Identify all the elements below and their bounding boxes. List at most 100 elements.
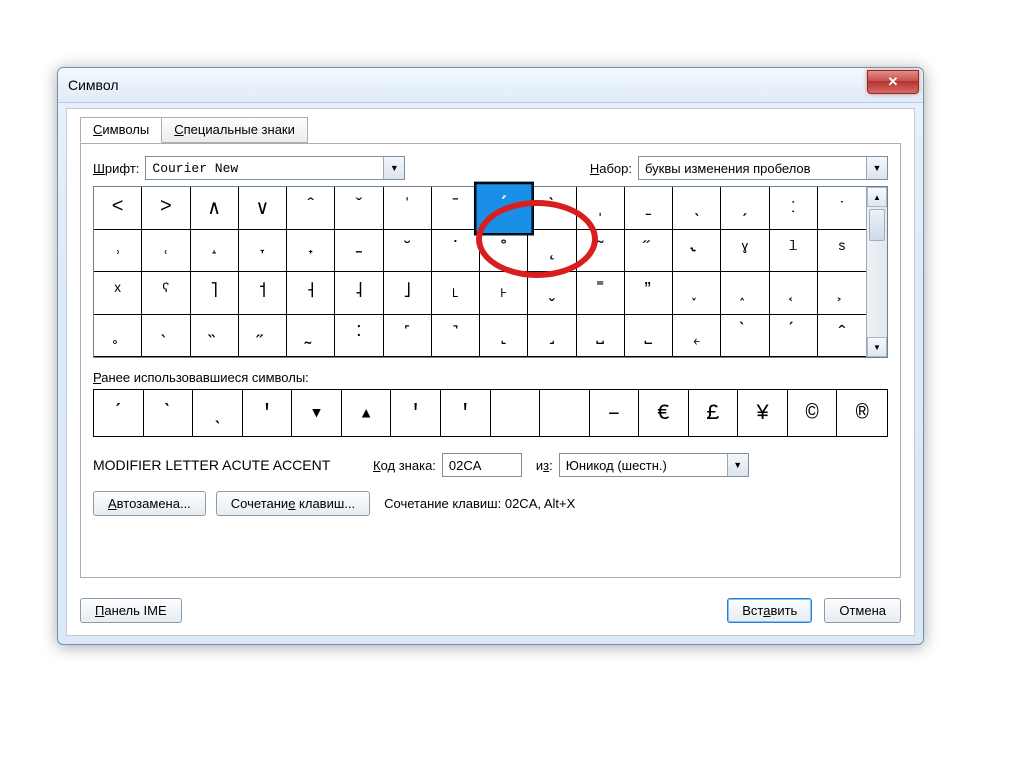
symbol-cell[interactable]: ˍ [625, 187, 673, 230]
symbol-cell[interactable]: ˝ [625, 230, 673, 273]
shortcut-key-button[interactable]: Сочетание клавиш... [216, 491, 370, 516]
code-field[interactable]: 02CA [442, 453, 522, 477]
recent-grid[interactable]: ˊˋˎ'▾▴''–€£¥©® [93, 389, 888, 437]
symbol-cell[interactable]: ˷ [287, 315, 335, 358]
symbol-cell[interactable]: ˤ [142, 272, 190, 315]
scroll-up-button[interactable]: ▲ [867, 187, 887, 207]
scroll-thumb[interactable] [869, 209, 885, 241]
symbol-cell[interactable]: ˰ [721, 272, 769, 315]
symbol-cell[interactable]: ˻ [480, 315, 528, 358]
symbol-cell[interactable]: ˒ [94, 230, 142, 273]
cancel-button[interactable]: Отмена [824, 598, 901, 623]
recent-symbol-cell[interactable]: ˎ [193, 390, 243, 436]
recent-symbol-cell[interactable]: ' [441, 390, 491, 436]
symbol-cell[interactable]: ˸ [335, 315, 383, 358]
symbol-cell[interactable]: ˦ [239, 272, 287, 315]
symbol-cell[interactable]: ˱ [770, 272, 818, 315]
symbol-cell[interactable]: ̀ [721, 315, 769, 358]
symbol-cell[interactable]: ∨ [239, 187, 287, 230]
recent-symbol-cell[interactable]: © [788, 390, 838, 436]
symbol-cell[interactable]: ˖ [287, 230, 335, 273]
recent-symbol-cell[interactable]: ' [243, 390, 293, 436]
shortcut-info: Сочетание клавиш: 02CA, Alt+X [384, 496, 575, 511]
recent-symbol-cell[interactable]: ® [837, 390, 887, 436]
symbol-cell[interactable]: ˩ [384, 272, 432, 315]
font-combo[interactable]: Courier New ▼ [145, 156, 405, 180]
symbol-cell[interactable]: ˏ [721, 187, 769, 230]
symbol-cell[interactable]: ˙ [432, 230, 480, 273]
symbol-cell[interactable]: ̂ [818, 315, 866, 358]
symbol-cell[interactable]: ˴ [142, 315, 190, 358]
symbol-cell[interactable]: ˌ [577, 187, 625, 230]
recent-symbol-cell[interactable]: ˊ [94, 390, 144, 436]
symbol-cell[interactable]: ˫ [480, 272, 528, 315]
symbol-cell[interactable]: < [94, 187, 142, 230]
symbol-cell[interactable]: ˉ [432, 187, 480, 230]
symbol-cell[interactable]: ˽ [577, 315, 625, 358]
scroll-down-button[interactable]: ▼ [867, 337, 887, 357]
symbol-cell[interactable]: ˧ [287, 272, 335, 315]
symbol-cell[interactable]: ˓ [142, 230, 190, 273]
autocorrect-button[interactable]: Автозамена... [93, 491, 206, 516]
info-row: MODIFIER LETTER ACUTE ACCENT Код знака: … [93, 453, 888, 477]
symbol-grid[interactable]: <>∧∨ˆˇˈˉˊˋˌˍˎˏːˑ˒˓˔˕˖˗˘˙˚˛˜˝˞ˠˡˢˣˤ˥˦˧˨˩˪… [94, 187, 866, 357]
symbol-cell[interactable]: ˋ [528, 187, 576, 230]
symbol-cell[interactable]: ː [770, 187, 818, 230]
symbol-cell[interactable]: ˢ [818, 230, 866, 273]
symbol-cell[interactable]: ˡ [770, 230, 818, 273]
recent-symbol-cell[interactable] [540, 390, 590, 436]
symbol-cell[interactable]: > [142, 187, 190, 230]
symbol-cell[interactable]: ˠ [721, 230, 769, 273]
from-combo[interactable]: Юникод (шестн.) ▼ [559, 453, 749, 477]
symbol-cell[interactable]: ∧ [191, 187, 239, 230]
symbol-cell[interactable]: ˮ [625, 272, 673, 315]
symbol-cell[interactable]: ˛ [528, 230, 576, 273]
subset-combo[interactable]: буквы изменения пробелов ▼ [638, 156, 888, 180]
symbol-cell[interactable]: ́ [770, 315, 818, 358]
recent-symbol-cell[interactable]: ' [391, 390, 441, 436]
symbol-cell[interactable]: ˔ [191, 230, 239, 273]
symbol-cell[interactable]: ˑ [818, 187, 866, 230]
recent-symbol-cell[interactable] [491, 390, 541, 436]
symbol-cell[interactable]: ˆ [287, 187, 335, 230]
symbol-cell[interactable]: ˘ [384, 230, 432, 273]
close-button[interactable]: ✕ [867, 70, 919, 94]
tab-symbols[interactable]: Символы [80, 117, 162, 143]
recent-symbol-cell[interactable]: € [639, 390, 689, 436]
symbol-cell[interactable]: ˿ [673, 315, 721, 358]
recent-symbol-cell[interactable]: ¥ [738, 390, 788, 436]
symbol-cell[interactable]: ˇ [335, 187, 383, 230]
symbol-cell[interactable]: ˭ [577, 272, 625, 315]
insert-button[interactable]: Вставить [727, 598, 812, 623]
symbol-cell[interactable]: ˾ [625, 315, 673, 358]
symbol-cell[interactable]: ˬ [528, 272, 576, 315]
symbol-cell[interactable]: ˪ [432, 272, 480, 315]
recent-symbol-cell[interactable]: ▾ [292, 390, 342, 436]
grid-scrollbar[interactable]: ▲ ▼ [866, 187, 887, 357]
symbol-cell[interactable]: ˊ [474, 182, 534, 235]
symbol-cell[interactable]: ˵ [191, 315, 239, 358]
recent-symbol-cell[interactable]: £ [689, 390, 739, 436]
symbol-cell[interactable]: ˺ [432, 315, 480, 358]
symbol-cell[interactable]: ˎ [673, 187, 721, 230]
symbol-cell[interactable]: ˜ [577, 230, 625, 273]
ime-panel-button[interactable]: Панель IME [80, 598, 182, 623]
symbol-cell[interactable]: ˶ [239, 315, 287, 358]
symbol-cell[interactable]: ˗ [335, 230, 383, 273]
symbol-cell[interactable]: ˲ [818, 272, 866, 315]
symbol-cell[interactable]: ˚ [480, 230, 528, 273]
tab-special-chars[interactable]: Специальные знаки [161, 117, 308, 143]
symbol-cell[interactable]: ˹ [384, 315, 432, 358]
symbol-cell[interactable]: ˕ [239, 230, 287, 273]
symbol-cell[interactable]: ˨ [335, 272, 383, 315]
symbol-cell[interactable]: ˼ [528, 315, 576, 358]
symbol-cell[interactable]: ˣ [94, 272, 142, 315]
symbol-cell[interactable]: ˯ [673, 272, 721, 315]
symbol-cell[interactable]: ˥ [191, 272, 239, 315]
symbol-cell[interactable]: ˞ [673, 230, 721, 273]
recent-symbol-cell[interactable]: ˋ [144, 390, 194, 436]
symbol-cell[interactable]: ˈ [384, 187, 432, 230]
symbol-cell[interactable]: ˳ [94, 315, 142, 358]
recent-symbol-cell[interactable]: ▴ [342, 390, 392, 436]
recent-symbol-cell[interactable]: – [590, 390, 640, 436]
